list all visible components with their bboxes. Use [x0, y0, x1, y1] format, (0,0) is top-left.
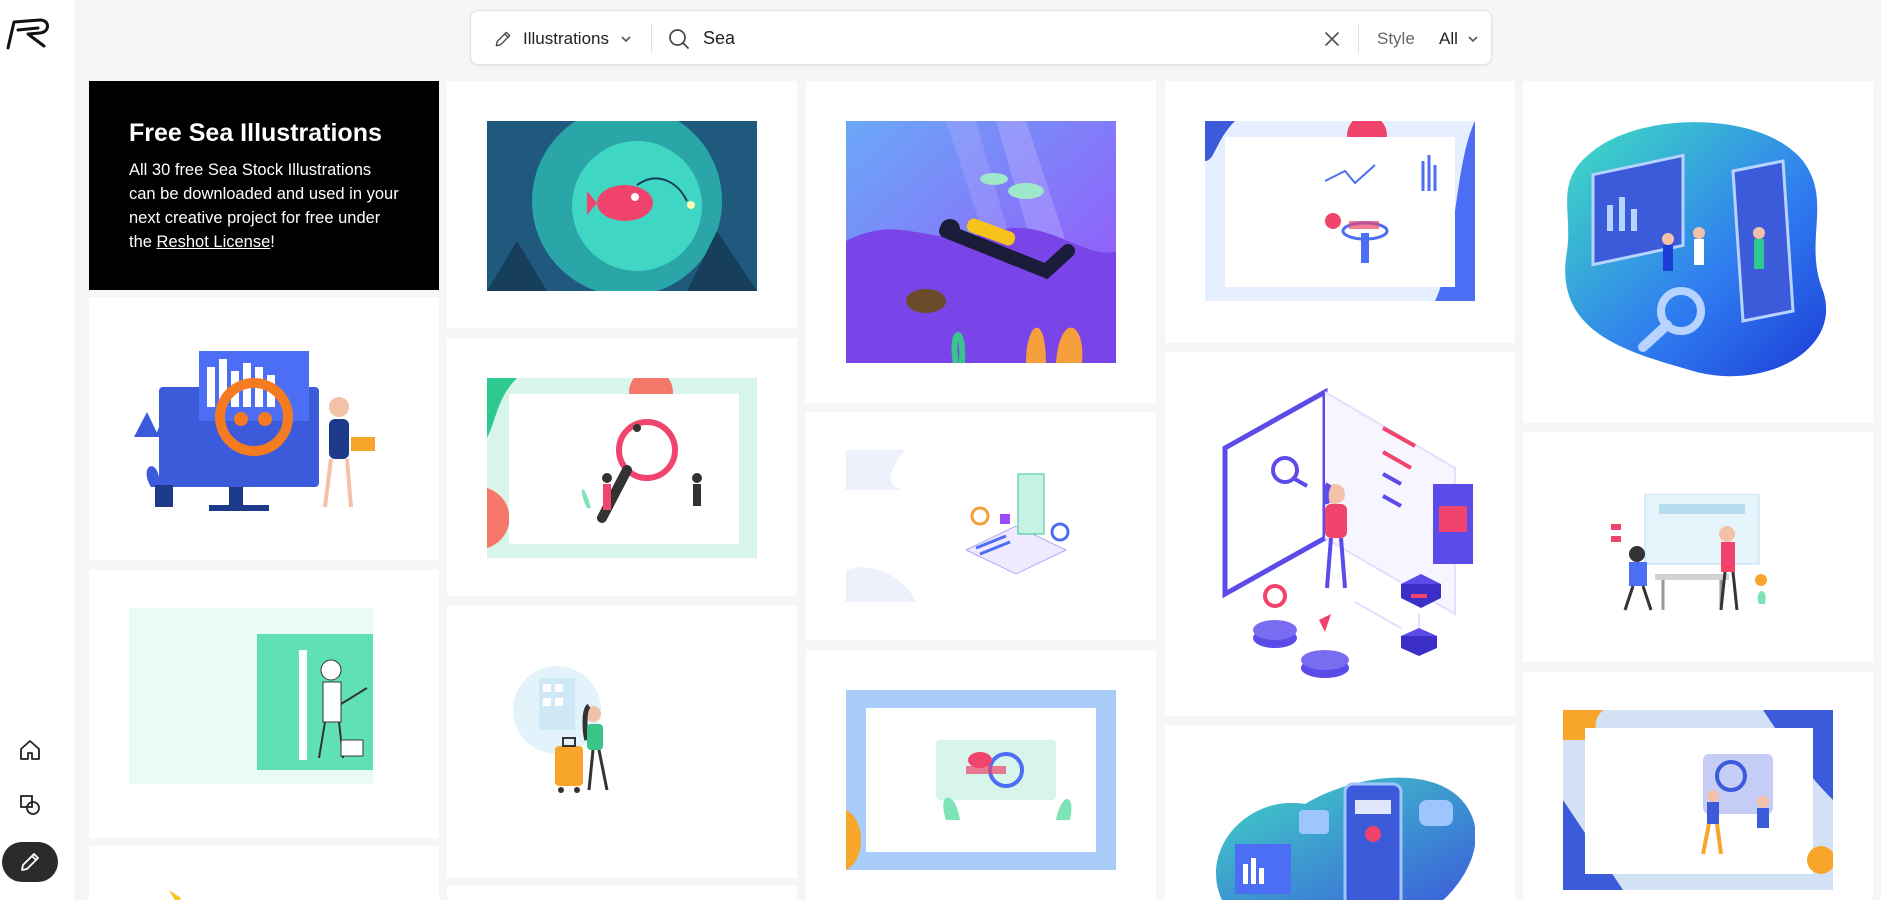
- illustration-card[interactable]: [1165, 81, 1515, 343]
- promo-text-end: !: [270, 233, 275, 251]
- illustration-card[interactable]: [1523, 81, 1873, 423]
- search-input[interactable]: [703, 21, 1303, 56]
- illustration-image: [513, 666, 609, 793]
- chevron-down-icon: [1468, 35, 1478, 42]
- illustration-card[interactable]: [447, 886, 797, 900]
- illustration-card[interactable]: [89, 846, 439, 900]
- style-label: Style: [1377, 28, 1415, 48]
- illustration-card[interactable]: [1165, 726, 1515, 900]
- pencil-icon: [21, 853, 39, 871]
- illustration-card[interactable]: [447, 81, 797, 328]
- left-rail: [0, 0, 74, 900]
- divider: [1358, 23, 1359, 54]
- illustration-image: [487, 121, 757, 291]
- asset-type-label: Illustrations: [523, 28, 609, 48]
- license-link[interactable]: Reshot License: [157, 233, 271, 251]
- shapes-icon: [20, 795, 40, 815]
- style-value: All: [1439, 28, 1458, 48]
- illustration-card[interactable]: [89, 570, 439, 838]
- illustration-image: [846, 121, 1116, 363]
- chevron-down-icon: [621, 35, 631, 42]
- promo-banner: Free Sea Illustrations All 30 free Sea S…: [89, 81, 439, 290]
- illustration-image: [846, 450, 1070, 602]
- home-icon: [20, 740, 40, 760]
- illustration-card[interactable]: [1523, 672, 1873, 900]
- illustration-card[interactable]: [1165, 352, 1515, 716]
- illustration-card[interactable]: [806, 412, 1156, 640]
- search-icon: [669, 29, 689, 49]
- shapes-button[interactable]: [12, 787, 48, 823]
- illustration-card[interactable]: [447, 338, 797, 596]
- illustration-image: [1222, 388, 1473, 678]
- illustration-image: [1563, 710, 1833, 890]
- illustration-card[interactable]: [89, 297, 439, 560]
- illustration-image: [1565, 122, 1827, 377]
- illustration-card[interactable]: [1523, 432, 1873, 662]
- asset-type-dropdown[interactable]: Illustrations: [493, 11, 633, 66]
- illustration-image: [134, 351, 375, 511]
- promo-description: All 30 free Sea Stock Illustrations can …: [129, 158, 399, 254]
- pencil-icon: [495, 31, 511, 46]
- home-button[interactable]: [12, 732, 48, 768]
- illustration-image: [129, 608, 373, 784]
- illustration-image: [1216, 777, 1475, 900]
- illustration-card[interactable]: [806, 81, 1156, 403]
- divider: [651, 23, 652, 54]
- page-title: Free Sea Illustrations: [129, 119, 382, 147]
- illustration-card[interactable]: [447, 606, 797, 878]
- illustration-image: [169, 890, 181, 900]
- illustration-card[interactable]: [806, 650, 1156, 900]
- illustration-image: [487, 378, 757, 558]
- illustrations-nav-button[interactable]: [2, 842, 58, 882]
- style-dropdown[interactable]: All: [1439, 11, 1480, 66]
- illustration-image: [1205, 121, 1475, 301]
- close-icon: [1325, 32, 1339, 46]
- illustration-image: [846, 690, 1116, 870]
- reshot-logo[interactable]: [4, 14, 54, 52]
- illustration-image: [1611, 494, 1767, 611]
- clear-search-button[interactable]: [1321, 28, 1343, 50]
- search-bar: Illustrations Style All: [470, 10, 1492, 65]
